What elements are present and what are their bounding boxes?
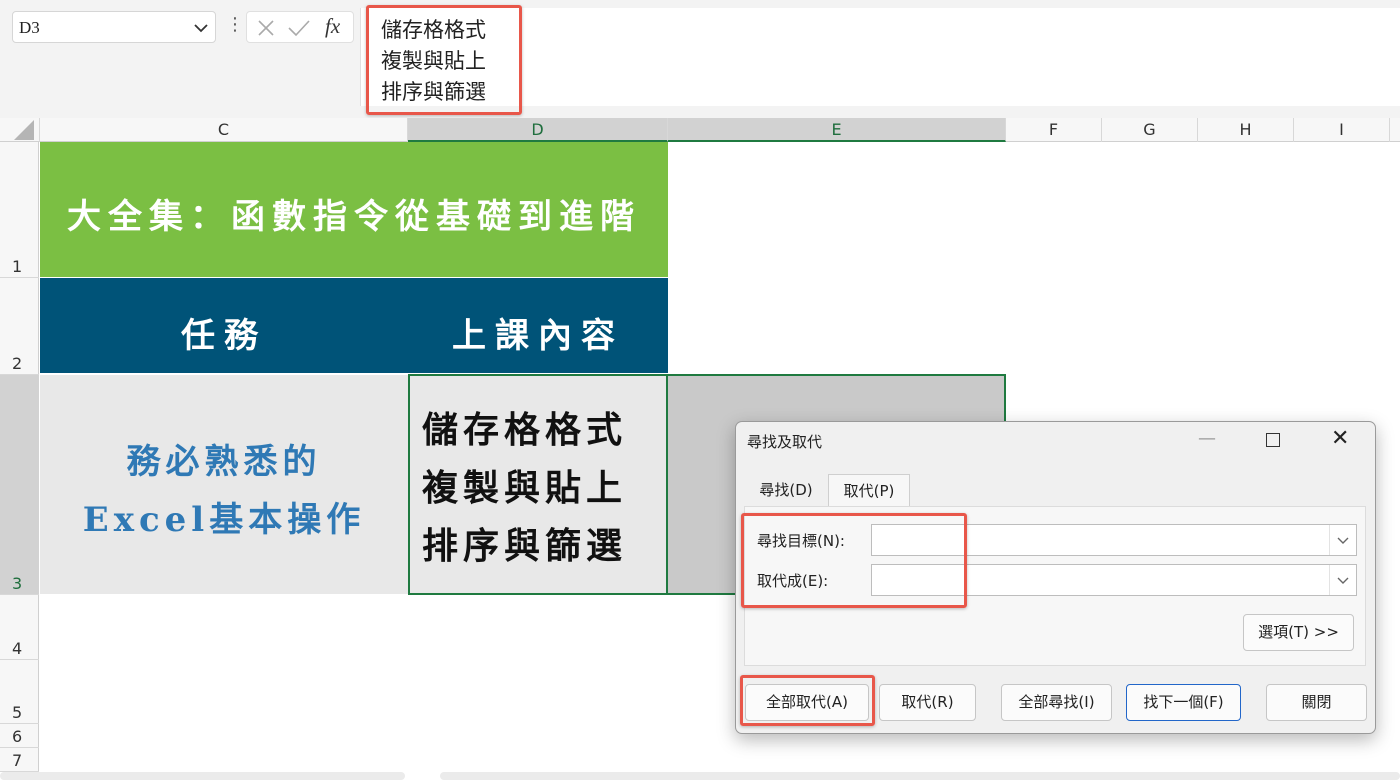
row-number: 1 [12,257,23,276]
annotation-highlight-fields [741,513,967,608]
annotation-highlight-formula [366,5,522,115]
name-box-value: D3 [19,18,40,37]
header-task: 任務 [181,316,267,356]
row-header-2[interactable]: 2 [0,278,39,375]
row-header-1[interactable]: 1 [0,142,39,278]
chevron-down-icon [1337,537,1349,544]
row-number: 6 [12,727,23,746]
sheet-title: 大全集：函數指令從基礎到進階 [67,197,641,237]
row-header-3[interactable]: 3 [0,375,39,595]
dialog-title: 尋找及取代 [747,433,823,451]
horizontal-scrollbar[interactable] [440,772,1400,780]
formula-bar-area: D3 ⋮ fx 儲存格格式 複製與貼上 排序與篩選 [0,0,1400,118]
maximize-icon[interactable] [1266,433,1280,447]
row-number: 2 [12,354,23,373]
row-header-4[interactable]: 4 [0,595,39,660]
close-icon[interactable]: ✕ [1331,426,1349,451]
formula-controls: fx [246,11,354,43]
column-headers: C D E F G H I [0,118,1400,142]
column-header-g[interactable]: G [1102,118,1198,142]
row-number: 5 [12,703,23,722]
select-all-triangle-icon[interactable] [14,120,34,140]
row-number: 4 [12,639,23,658]
column-header-h[interactable]: H [1198,118,1294,142]
row-headers: 1 2 3 4 5 6 7 [0,142,39,772]
check-icon[interactable] [287,19,311,37]
minimize-icon[interactable]: — [1198,428,1216,449]
row-number: 7 [12,751,23,770]
options-button[interactable]: 選項(T) >> [1243,614,1354,651]
find-all-button[interactable]: 全部尋找(I) [1001,684,1112,721]
cell-c1-merged[interactable]: 大全集：函數指令從基礎到進階 [40,142,668,277]
chevron-down-icon [1337,577,1349,584]
row-header-5[interactable]: 5 [0,660,39,724]
close-button[interactable]: 關閉 [1266,684,1367,721]
insert-function-icon[interactable]: fx [325,14,340,39]
more-options-icon[interactable]: ⋮ [226,14,244,35]
column-header-f[interactable]: F [1006,118,1102,142]
find-what-dropdown[interactable] [1329,525,1356,555]
cell-d3-text: 儲存格格式 複製與貼上 排序與篩選 [422,409,628,567]
sheet-tabs-scrollbar[interactable] [0,772,405,780]
column-header-i[interactable]: I [1294,118,1390,142]
chevron-down-icon[interactable] [193,20,209,36]
row-number: 3 [12,574,23,593]
replace-with-dropdown[interactable] [1329,565,1356,595]
tab-find[interactable]: 尋找(D) [744,474,828,506]
tab-replace[interactable]: 取代(P) [828,474,910,506]
header-content: 上課內容 [452,316,624,356]
column-header-d[interactable]: D [408,118,668,142]
cell-c3[interactable]: 務必熟悉的 Excel基本操作 [40,375,408,594]
replace-button[interactable]: 取代(R) [879,684,976,721]
name-box[interactable]: D3 [12,11,216,43]
find-replace-dialog: 尋找及取代 — ✕ 尋找(D) 取代(P) 尋找目標(N): 取代成(E): 選… [735,421,1376,734]
column-header-c[interactable]: C [40,118,408,142]
cell-d3-selected[interactable]: 儲存格格式 複製與貼上 排序與篩選 [408,374,668,595]
row-header-6[interactable]: 6 [0,724,39,748]
header-row[interactable]: 任務 上課內容 [40,278,668,373]
cancel-icon[interactable] [257,19,275,37]
annotation-highlight-replace-all [740,675,875,726]
find-next-button[interactable]: 找下一個(F) [1126,684,1241,721]
column-header-e[interactable]: E [668,118,1006,142]
row-header-7[interactable]: 7 [0,748,39,772]
cell-c3-text: 務必熟悉的 Excel基本操作 [82,442,366,540]
